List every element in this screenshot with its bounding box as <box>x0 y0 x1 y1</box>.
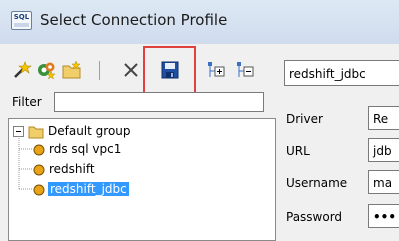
profile-details-pane: redshift_jdbc Driver Re URL jdb Username… <box>282 50 399 241</box>
save-button-highlight-box <box>143 46 196 94</box>
url-input[interactable]: jdb <box>368 138 399 162</box>
profile-tree[interactable]: Default group rds sql vpc1 redshift reds… <box>8 118 276 241</box>
collapse-all-button[interactable] <box>236 60 256 80</box>
profile-name-input[interactable]: redshift_jdbc <box>284 60 399 86</box>
expand-tree-icon <box>208 62 225 77</box>
username-label: Username <box>286 176 348 190</box>
new-folder-icon <box>62 60 81 79</box>
new-profile-button[interactable] <box>12 60 32 80</box>
tree-item-label: redshift <box>49 162 95 176</box>
profile-icon <box>33 164 45 176</box>
driver-label: Driver <box>286 112 323 126</box>
title-bar: SQL Select Connection Profile <box>0 0 399 44</box>
tree-item[interactable]: rds sql vpc1 <box>33 141 233 158</box>
profile-list-pane: Filter Default group rds sql vpc1 redshi… <box>8 46 282 241</box>
dialog-body: Filter Default group rds sql vpc1 redshi… <box>0 44 399 241</box>
profile-icon <box>33 144 45 156</box>
url-label: URL <box>286 144 310 158</box>
filter-row: Filter <box>8 92 274 114</box>
profile-toolbar <box>8 46 282 94</box>
profile-icon <box>33 184 45 196</box>
filter-label: Filter <box>12 95 42 109</box>
driver-dropdown[interactable]: Re <box>368 106 399 130</box>
tree-item-selected[interactable]: redshift_jdbc <box>33 181 233 198</box>
new-group-icon <box>38 62 56 80</box>
tree-item[interactable]: redshift <box>33 161 233 178</box>
password-label: Password <box>286 210 343 224</box>
delete-x-icon <box>124 63 138 77</box>
tree-item-label: redshift_jdbc <box>48 182 129 196</box>
tree-group-label: Default group <box>48 124 131 138</box>
new-folder-button[interactable] <box>62 60 82 80</box>
expand-all-button[interactable] <box>207 60 227 80</box>
window-title: Select Connection Profile <box>40 11 228 29</box>
collapse-tree-icon <box>237 62 254 77</box>
toolbar-separator <box>99 61 100 80</box>
sql-app-icon: SQL <box>11 11 32 30</box>
delete-button[interactable] <box>121 60 141 80</box>
new-group-button[interactable] <box>36 60 56 80</box>
username-input[interactable]: ma <box>368 170 399 194</box>
filter-input[interactable] <box>54 92 264 112</box>
new-profile-icon <box>14 61 32 78</box>
tree-item-label: rds sql vpc1 <box>49 142 122 156</box>
password-input[interactable]: ••• <box>368 204 399 228</box>
